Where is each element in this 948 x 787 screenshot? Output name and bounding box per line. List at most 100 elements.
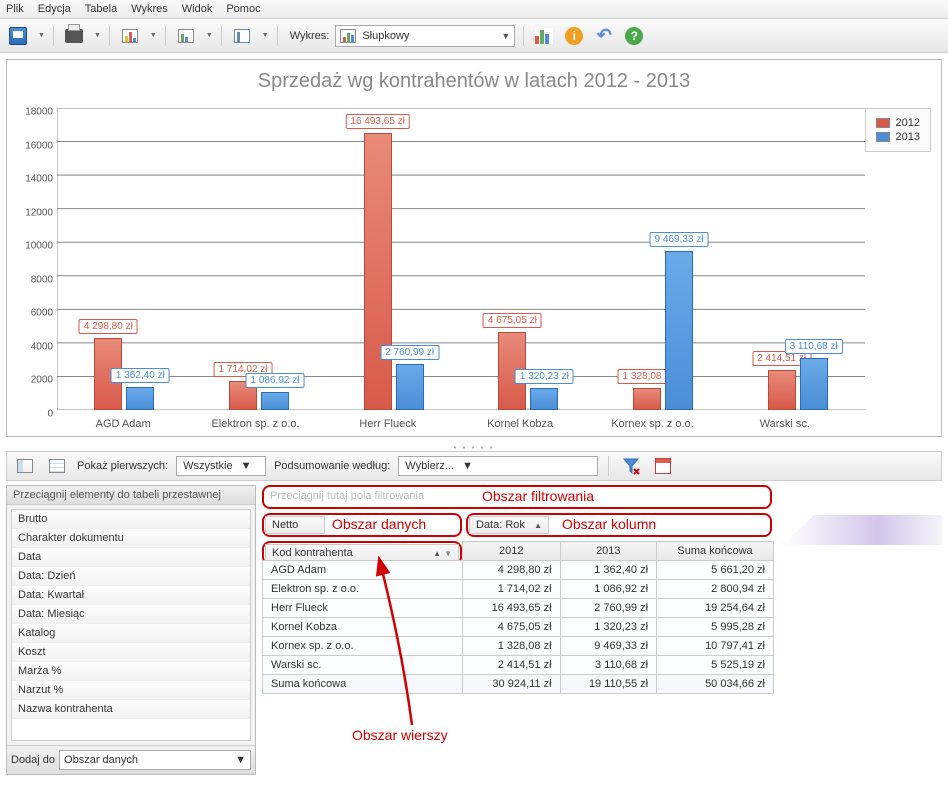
pivot-field-list: Przeciągnij elementy do tabeli przestawn… <box>6 485 256 775</box>
pivot-row-label: Elektron sp. z o.o. <box>263 580 463 599</box>
table-row[interactable]: AGD Adam4 298,80 zł1 362,40 zł5 661,20 z… <box>263 561 774 580</box>
pivot-row-label: Kornel Kobza <box>263 618 463 637</box>
field-list-item[interactable]: Data: Miesiąc <box>12 605 250 624</box>
pivot-layout-button[interactable] <box>13 454 37 478</box>
pivot-col-header[interactable]: 2013 <box>560 542 657 561</box>
chart-bar[interactable] <box>768 370 796 411</box>
table-row[interactable]: Herr Flueck16 493,65 zł2 760,99 zł19 254… <box>263 599 774 618</box>
chart-panel: Sprzedaż wg kontrahentów w latach 2012 -… <box>6 59 942 437</box>
add-to-value: Obszar danych <box>64 754 138 766</box>
info-icon: i <box>565 27 583 45</box>
undo-button[interactable]: ↶ <box>592 24 616 48</box>
dropdown-arrow-icon[interactable]: ▼ <box>38 32 45 39</box>
pivot-row-label: Kornex sp. z o.o. <box>263 637 463 656</box>
table-row[interactable]: Kornex sp. z o.o.1 328,08 zł9 469,33 zł1… <box>263 637 774 656</box>
pivot-fields-icon <box>49 459 65 473</box>
table-row[interactable]: Elektron sp. z o.o.1 714,02 zł1 086,92 z… <box>263 580 774 599</box>
field-list-item[interactable]: Katalog <box>12 624 250 643</box>
data-field-chip[interactable]: Netto <box>265 516 325 534</box>
splitter[interactable]: ▪ ▪ ▪ ▪ ▪ <box>0 443 948 451</box>
menu-plik[interactable]: Plik <box>6 3 24 15</box>
pivot-cell: 2 800,94 zł <box>657 580 774 599</box>
pivot-cell: 16 493,65 zł <box>463 599 561 618</box>
table-row[interactable]: Warski sc.2 414,51 zł3 110,68 zł5 525,19… <box>263 656 774 675</box>
chart-x-tick: Herr Flueck <box>322 418 454 430</box>
field-list-item[interactable]: Marża % <box>12 662 250 681</box>
chart-bar-label: 1 362,40 zł <box>111 368 170 383</box>
field-list-item[interactable]: Koszt <box>12 643 250 662</box>
chart-wizard-button[interactable] <box>532 24 556 48</box>
pivot-fields-button[interactable] <box>45 454 69 478</box>
chart-bar-label: 9 469,33 zł <box>650 232 709 247</box>
print-button[interactable] <box>62 24 86 48</box>
field-list-item[interactable]: Data: Dzień <box>12 567 250 586</box>
chart-y-axis: 0200040006000800010000120001400016000180… <box>13 108 53 408</box>
chart-type-label: Wykres: <box>290 30 330 42</box>
summary-by-label: Podsumowanie według: <box>274 460 390 472</box>
save-button[interactable] <box>6 24 30 48</box>
chart-legend: 2012 2013 <box>865 108 931 152</box>
column-field-chip[interactable]: Data: Rok▲ <box>469 516 549 534</box>
legend-swatch-2012 <box>876 118 890 128</box>
chart-style-button[interactable] <box>118 24 142 48</box>
menu-tabela[interactable]: Tabela <box>85 3 117 15</box>
menu-widok[interactable]: Widok <box>182 3 213 15</box>
chart-bar[interactable] <box>633 388 661 410</box>
chart-bar[interactable] <box>396 364 424 410</box>
summary-by-select[interactable]: Wybierz... ▼ <box>398 456 598 476</box>
table-row[interactable]: Kornel Kobza4 675,05 zł1 320,23 zł5 995,… <box>263 618 774 637</box>
field-list-header: Przeciągnij elementy do tabeli przestawn… <box>7 486 255 505</box>
field-list-item[interactable]: Brutto <box>12 510 250 529</box>
chart-bar[interactable] <box>665 251 693 410</box>
menu-edycja[interactable]: Edycja <box>38 3 71 15</box>
field-list-item[interactable]: Charakter dokumentu <box>12 529 250 548</box>
chart-bar-label: 3 110,68 zł <box>785 339 843 354</box>
chart-edit-button[interactable] <box>174 24 198 48</box>
dropdown-arrow-icon[interactable]: ▼ <box>206 32 213 39</box>
chart-bar[interactable] <box>364 133 392 410</box>
dropdown-arrow-icon[interactable]: ▼ <box>150 32 157 39</box>
legend-label-2013: 2013 <box>896 131 920 143</box>
add-to-select[interactable]: Obszar danych ▼ <box>59 750 251 770</box>
field-list-item[interactable]: Data: Kwartał <box>12 586 250 605</box>
pivot-cell: 10 797,41 zł <box>657 637 774 656</box>
chart-bar-label: 4 298,80 zł <box>79 319 138 334</box>
legend-label-2012: 2012 <box>896 117 920 129</box>
show-first-label: Pokaż pierwszych: <box>77 460 168 472</box>
field-list-item[interactable]: Nazwa kontrahenta <box>12 700 250 719</box>
field-list-item[interactable]: Narzut % <box>12 681 250 700</box>
calendar-button[interactable] <box>651 454 675 478</box>
chart-bar[interactable] <box>800 358 828 410</box>
help-button[interactable]: ? <box>622 24 646 48</box>
sort-asc-icon: ▲ <box>534 521 542 530</box>
field-list-items[interactable]: BruttoCharakter dokumentuDataData: Dzień… <box>11 509 251 741</box>
pivot-data-table[interactable]: 20122013Suma końcowaAGD Adam4 298,80 zł1… <box>262 541 774 694</box>
menu-wykres[interactable]: Wykres <box>131 3 168 15</box>
chart-bar[interactable] <box>126 387 154 410</box>
field-list-item[interactable]: Data <box>12 548 250 567</box>
pivot-col-header[interactable]: 2012 <box>463 542 561 561</box>
pivot-layout-icon <box>17 459 33 473</box>
help-icon: ? <box>625 27 643 45</box>
pivot-cell: 2 414,51 zł <box>463 656 561 675</box>
show-first-select[interactable]: Wszystkie ▼ <box>176 456 266 476</box>
data-field-label: Netto <box>272 519 298 531</box>
chart-bar[interactable] <box>530 388 558 410</box>
calendar-icon <box>655 458 671 474</box>
dropdown-arrow-icon[interactable]: ▼ <box>94 32 101 39</box>
chart-bar-label: 4 675,05 zł <box>483 313 542 328</box>
layout-button[interactable] <box>230 24 254 48</box>
chart-bar[interactable] <box>261 392 289 410</box>
clear-filter-button[interactable] <box>619 454 643 478</box>
pivot-row-label: Herr Flueck <box>263 599 463 618</box>
pivot-cell: 5 661,20 zł <box>657 561 774 580</box>
chart-type-select[interactable]: Słupkowy ▼ <box>335 25 515 47</box>
bar-chart-icon <box>340 29 356 43</box>
pivot-area: Przeciągnij tutaj pola filtrowania Obsza… <box>262 485 942 775</box>
pivot-cell: 2 760,99 zł <box>560 599 657 618</box>
chart-x-tick: Elektron sp. z o.o. <box>189 418 321 430</box>
pivot-col-header[interactable]: Suma końcowa <box>657 542 774 561</box>
dropdown-arrow-icon[interactable]: ▼ <box>262 32 269 39</box>
menu-pomoc[interactable]: Pomoc <box>226 3 260 15</box>
info-button[interactable]: i <box>562 24 586 48</box>
